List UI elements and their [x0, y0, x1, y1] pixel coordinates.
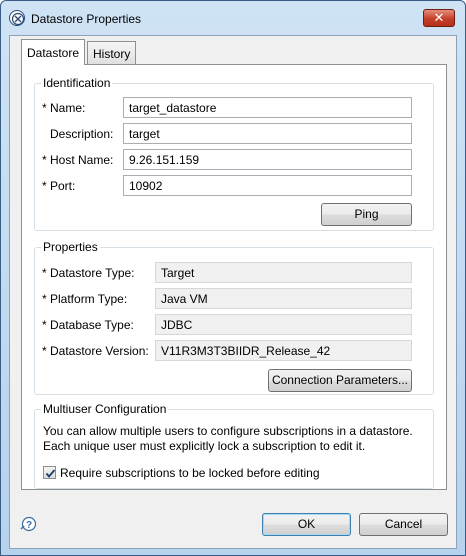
host-name-label: * Host Name: [42, 153, 114, 167]
properties-group: Properties * Datastore Type: Target * Pl… [34, 240, 434, 395]
close-button[interactable]: ✕ [423, 9, 455, 27]
help-icon[interactable]: ? [19, 516, 39, 532]
ping-button[interactable]: Ping [321, 203, 412, 226]
datastore-version-value: V11R3M3T3BIIDR_Release_42 [155, 340, 412, 361]
multiuser-title: Multiuser Configuration [41, 402, 169, 416]
host-name-input[interactable]: 9.26.151.159 [123, 149, 412, 170]
dialog-client: Datastore History Identification * Name:… [9, 35, 457, 549]
database-type-label: * Database Type: [42, 318, 134, 332]
identification-title: Identification [41, 76, 113, 90]
close-icon: ✕ [433, 10, 445, 25]
properties-title: Properties [41, 240, 100, 254]
multiuser-description-line1: You can allow multiple users to configur… [43, 424, 413, 438]
tab-history[interactable]: History [87, 41, 137, 65]
require-lock-label[interactable]: Require subscriptions to be locked befor… [60, 466, 320, 480]
window-title: Datastore Properties [31, 12, 142, 26]
ok-button[interactable]: OK [262, 513, 351, 536]
connection-parameters-button[interactable]: Connection Parameters... [268, 369, 412, 392]
port-input[interactable]: 10902 [123, 175, 412, 196]
platform-type-label: * Platform Type: [42, 292, 128, 306]
description-label: Description: [50, 127, 114, 141]
platform-type-value: Java VM [155, 288, 412, 309]
datastore-type-label: * Datastore Type: [42, 266, 135, 280]
identification-group: Identification * Name: target_datastore … [34, 76, 434, 231]
tab-datastore[interactable]: Datastore [21, 39, 86, 65]
multiuser-description-line2: Each unique user must explicitly lock a … [43, 439, 366, 453]
name-label: * Name: [42, 101, 86, 115]
checkmark-icon [45, 469, 56, 478]
datastore-type-value: Target [155, 262, 412, 283]
require-lock-checkbox[interactable] [43, 466, 56, 479]
datastore-tab-panel: Identification * Name: target_datastore … [21, 64, 447, 490]
multiuser-group: Multiuser Configuration You can allow mu… [34, 402, 434, 489]
description-input[interactable]: target [123, 123, 412, 144]
dialog-window: Datastore Properties ✕ Datastore History… [0, 0, 466, 556]
port-label: * Port: [42, 179, 76, 193]
title-bar[interactable]: Datastore Properties ✕ [1, 1, 465, 35]
app-icon [9, 10, 25, 26]
cancel-button[interactable]: Cancel [359, 513, 448, 536]
datastore-version-label: * Datastore Version: [42, 344, 149, 358]
svg-text:?: ? [26, 520, 32, 531]
name-input[interactable]: target_datastore [123, 97, 412, 118]
database-type-value: JDBC [155, 314, 412, 335]
